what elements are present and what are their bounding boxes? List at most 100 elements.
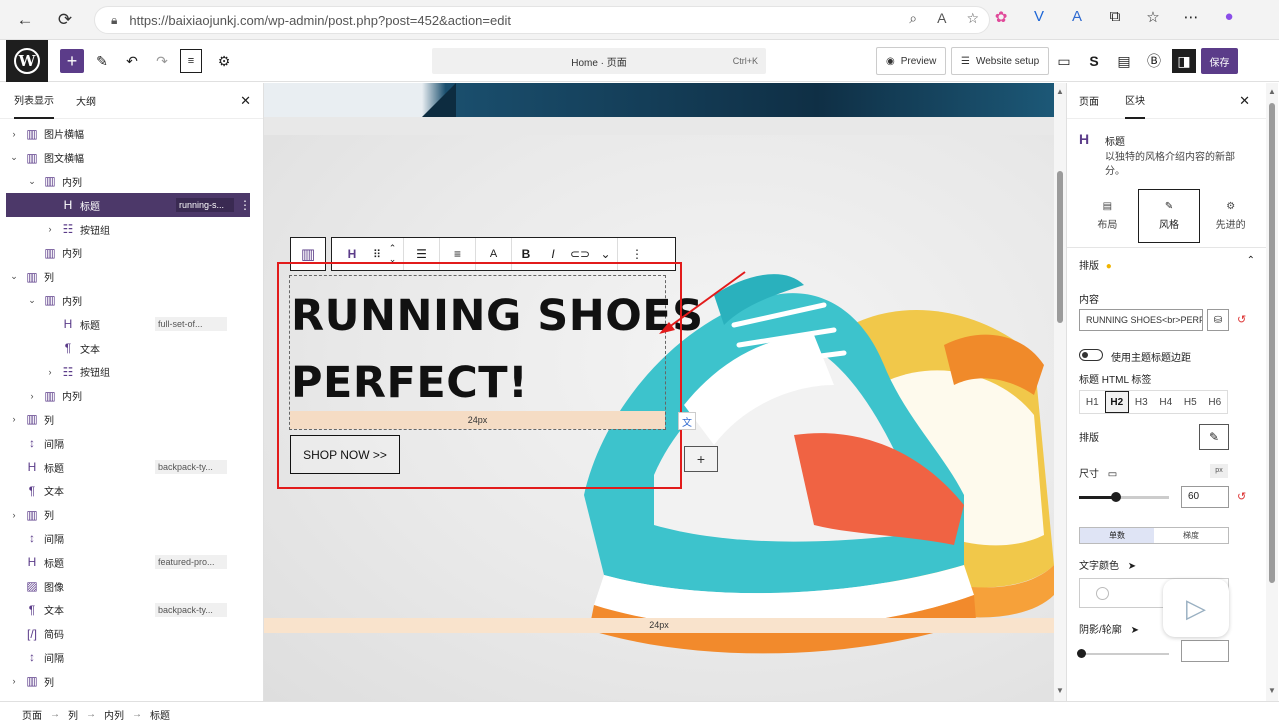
zoom-icon[interactable]: ⌕ [909,10,917,27]
chevron-down-icon[interactable]: ⌄ [8,152,20,163]
list-view-item[interactable]: ⌄ ▥ 列 [0,265,263,289]
list-view-item[interactable]: ¶ 文本 backpack-ty... [0,598,263,622]
theme-margin-toggle[interactable] [1079,349,1103,361]
tools-icon[interactable]: ⚙ [214,49,234,73]
list-view-item[interactable]: H 标题 full-set-of... [0,312,263,336]
shadow-input[interactable] [1181,640,1229,662]
list-view-item[interactable]: H 标题 featured-pro... [0,550,263,574]
add-inner-block-icon[interactable]: + [684,446,718,472]
inspector-scroll-down-icon[interactable]: ▼ [1268,686,1276,695]
add-block-button[interactable]: + [60,49,84,73]
chevron-down-icon[interactable]: ⌄ [26,176,38,187]
close-inspector-icon[interactable]: ✕ [1239,93,1250,109]
extension-flower-icon[interactable]: ✿ [990,8,1012,26]
chevron-right-icon[interactable]: › [26,391,38,401]
content-input[interactable]: RUNNING SHOES<br>PERFECT! [1079,309,1203,331]
list-view-item[interactable]: › ▥ 列 [0,408,263,432]
tag-h5[interactable]: H5 [1178,391,1203,413]
device-preview-icon[interactable]: ▭ [1054,49,1074,73]
stackable-icon[interactable]: S [1084,49,1104,73]
chevron-right-icon[interactable]: › [8,510,20,520]
back-icon[interactable]: ← [8,5,42,35]
list-view-item[interactable]: H 标题 backpack-ty... [0,455,263,479]
chevron-down-icon[interactable]: ⌄ [8,271,20,282]
chevron-right-icon[interactable]: › [8,676,20,686]
list-view-item[interactable]: ↕ 间隔 [0,431,263,455]
tab-list-view[interactable]: 列表显示 [14,83,54,119]
reset-icon[interactable]: ↺ [1237,313,1246,326]
extension-translate-icon[interactable]: A [1066,8,1088,26]
more-menu-icon[interactable]: ⋯ [1180,8,1202,26]
list-view-item[interactable]: [/] 简码 [0,622,263,646]
document-overview-icon[interactable]: ≡ [180,49,202,73]
address-bar[interactable]: 🔒︎ https://baixiaojunkj.com/wp-admin/pos… [94,6,990,34]
breadcrumb-column[interactable]: 列 [68,707,78,722]
extension-v-icon[interactable]: V [1028,8,1050,26]
list-view-item[interactable]: ⌄ ▥ 内列 [0,289,263,313]
list-view-item[interactable]: › ▥ 列 [0,669,263,693]
undo-icon[interactable]: ↶ [122,49,142,73]
preview-button[interactable]: ◉ Preview [876,47,947,75]
mode-gradient[interactable]: 梯度 [1154,528,1228,543]
tab-block[interactable]: 区块 [1125,83,1145,119]
scroll-up-icon[interactable]: ▲ [1056,87,1064,96]
redo-icon[interactable]: ↷ [152,49,172,73]
close-icon[interactable]: ✕ [240,93,251,109]
inspector-scrollbar[interactable]: ▲ ▼ [1266,83,1278,701]
breadcrumb-page[interactable]: 页面 [22,707,42,722]
list-view-item[interactable]: ▥ 内列 [0,241,263,265]
tag-h1[interactable]: H1 [1080,391,1105,413]
list-view-item[interactable]: ⌄ ▥ 内列 [0,170,263,194]
tag-h4[interactable]: H4 [1154,391,1179,413]
list-view-item[interactable]: ⌄ ▥ 图文横幅 [0,146,263,170]
tab-advanced[interactable]: ⚙ 先进的 [1200,189,1261,243]
wordpress-logo-icon[interactable]: W [6,40,48,82]
list-view-item[interactable]: ¶ 文本 [0,479,263,503]
command-palette-button[interactable]: Home · 页面 Ctrl+K [432,48,766,74]
item-options-icon[interactable]: ⋮ [239,198,251,212]
chevron-right-icon[interactable]: › [8,414,20,424]
bottom-spacer[interactable]: 24px [264,618,1054,633]
list-view-item[interactable]: › ☷ 按钮组 [0,360,263,384]
read-aloud-icon[interactable]: A [937,10,946,27]
list-view-item[interactable]: › ▥ 列 [0,503,263,527]
list-view-item[interactable]: ↕ 间隔 [0,527,263,551]
chevron-right-icon[interactable]: › [44,367,56,377]
plugin-b-icon[interactable]: Ⓑ [1144,49,1164,73]
typography-section-toggle[interactable]: 排版 ● ⌃ [1079,255,1255,272]
sidebar-toggle-icon[interactable]: ◨ [1172,49,1196,73]
chevron-down-icon[interactable]: ⌄ [26,295,38,306]
font-size-slider[interactable] [1079,492,1169,502]
favorite-star-icon[interactable]: ☆ [966,10,979,27]
page-settings-icon[interactable]: ▤ [1114,49,1134,73]
save-button[interactable]: 保存 [1201,48,1238,74]
canvas-scrollbar[interactable]: ▲ ▼ [1054,83,1066,701]
mode-single[interactable]: 单数 [1080,528,1154,543]
tab-page[interactable]: 页面 [1079,93,1099,108]
tag-h6[interactable]: H6 [1203,391,1228,413]
list-view-item[interactable]: › ▥ 图片横幅 [0,122,263,146]
tab-outline[interactable]: 大纲 [76,93,96,108]
typography-edit-button[interactable]: ✎ [1199,424,1229,450]
inspector-scroll-up-icon[interactable]: ▲ [1268,87,1276,96]
list-view-item[interactable]: › ▥ 内列 [0,384,263,408]
shadow-slider[interactable] [1077,649,1169,658]
list-view-item[interactable]: ↕ 间隔 [0,646,263,670]
edit-tools-icon[interactable]: ✎ [92,49,112,73]
scroll-down-icon[interactable]: ▼ [1056,686,1064,695]
reload-icon[interactable]: ⟳ [48,5,82,35]
list-view-item[interactable]: ▨ 图像 [0,574,263,598]
extensions-puzzle-icon[interactable]: ⧉ [1104,8,1126,26]
dynamic-content-icon[interactable]: ⛁ [1207,309,1229,331]
image-banner[interactable] [264,83,1054,117]
breadcrumb-heading[interactable]: 标题 [150,707,170,722]
reset-size-icon[interactable]: ↺ [1237,490,1246,503]
tag-h2[interactable]: H2 [1104,391,1129,413]
font-size-input[interactable]: 60 [1181,486,1229,508]
favorites-icon[interactable]: ☆ [1142,8,1164,26]
list-view-item[interactable]: › ☷ 按钮组 [0,217,263,241]
tab-layout[interactable]: ▤ 布局 [1077,189,1138,243]
size-unit-button[interactable]: px [1210,464,1228,478]
list-view-item[interactable]: ¶ 文本 [0,336,263,360]
tab-style[interactable]: ✎ 风格 [1137,189,1201,243]
